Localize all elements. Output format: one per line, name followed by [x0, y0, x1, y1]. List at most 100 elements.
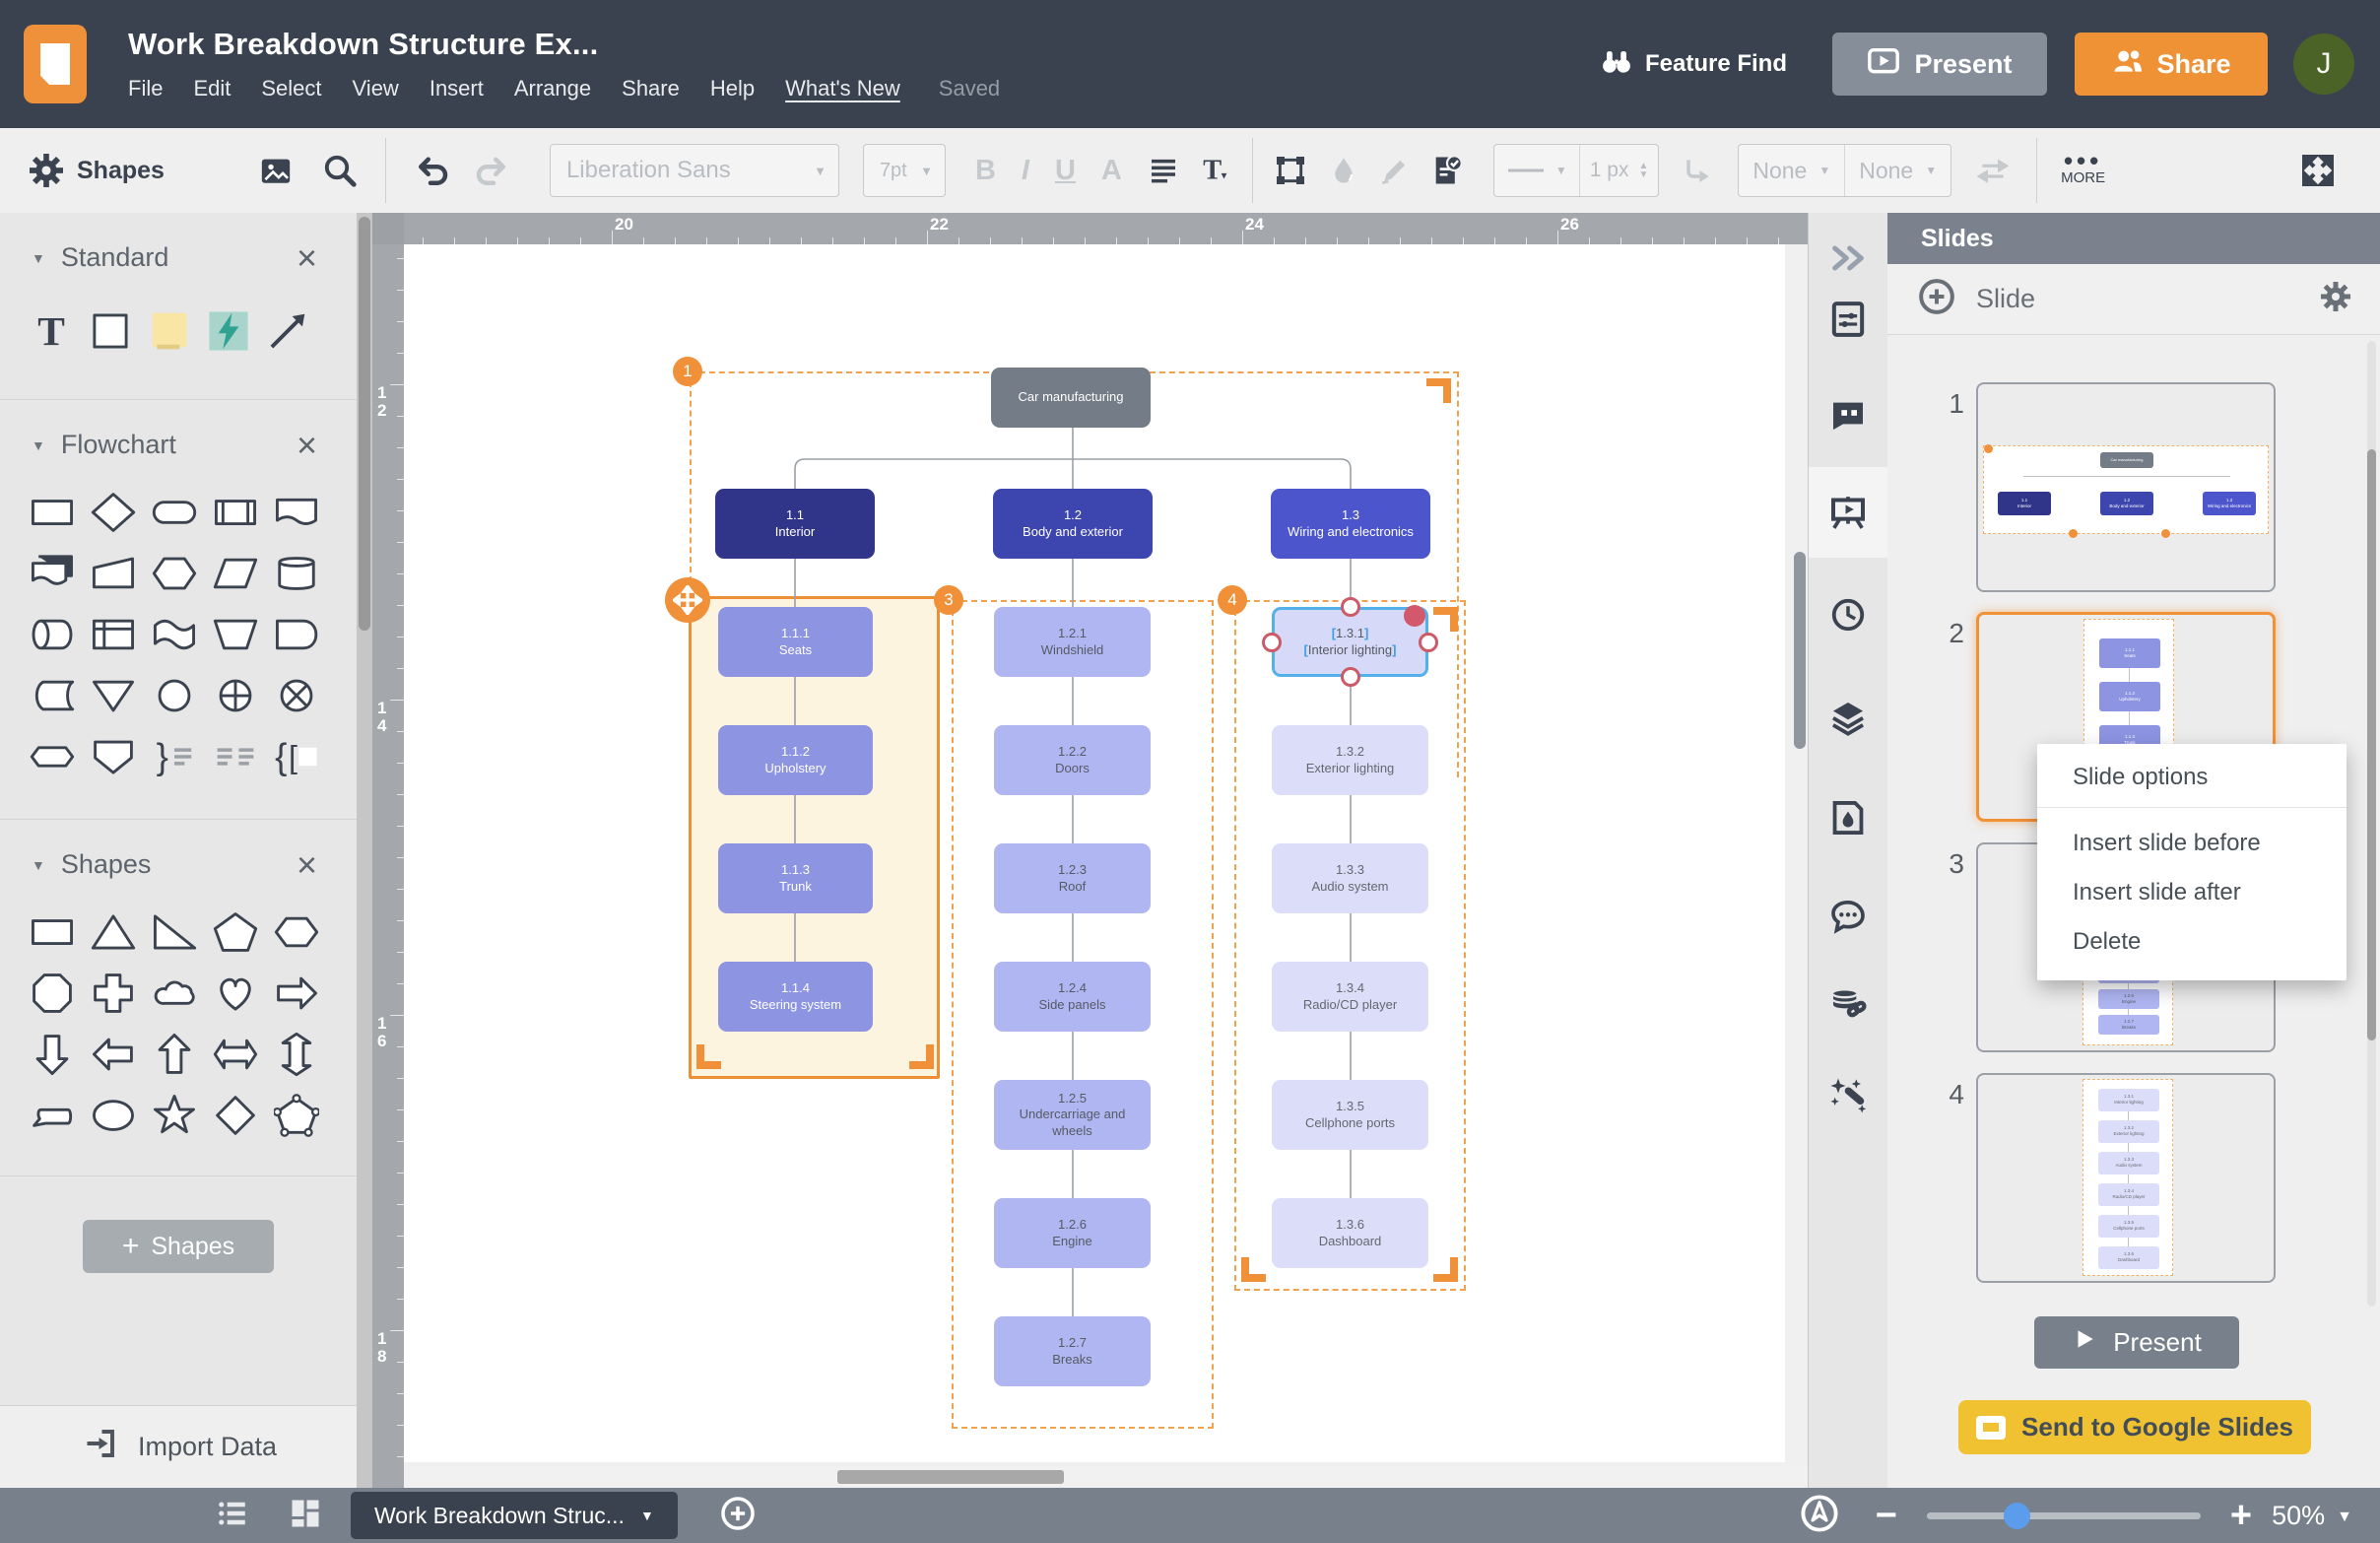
shape-predefined-process[interactable]: [205, 482, 266, 543]
shape-diamond[interactable]: [205, 1085, 266, 1146]
node-1.2.2[interactable]: 1.2.2 Doors: [994, 725, 1151, 795]
shape-document[interactable]: [266, 482, 327, 543]
slide-badge-3[interactable]: 3: [934, 585, 963, 615]
shape-sticky-note[interactable]: [140, 295, 199, 368]
menu-edit[interactable]: Edit: [193, 76, 231, 101]
menu-share[interactable]: Share: [622, 76, 680, 101]
region-corner-handle[interactable]: [1426, 378, 1451, 403]
add-shapes-button[interactable]: + Shapes: [83, 1220, 274, 1273]
app-logo-icon[interactable]: [24, 25, 87, 103]
document-list-icon[interactable]: [215, 1496, 250, 1536]
node-1.1.3[interactable]: 1.1.3 Trunk: [718, 843, 873, 913]
line-style-select[interactable]: ▼: [1494, 145, 1579, 196]
font-family-select[interactable]: Liberation Sans ▼: [549, 144, 839, 197]
zoom-in-button[interactable]: +: [2230, 1497, 2252, 1534]
zoom-slider[interactable]: [1926, 1502, 2201, 1529]
shape-data[interactable]: [205, 543, 266, 604]
context-menu-item-insert-slide-after[interactable]: Insert slide after: [2037, 868, 2347, 917]
node-1.2.3[interactable]: 1.2.3 Roof: [994, 843, 1151, 913]
more-tools-button[interactable]: ••• MORE: [2061, 148, 2105, 186]
node-1.1.2[interactable]: 1.1.2 Upholstery: [718, 725, 873, 795]
document-settings-icon[interactable]: [1809, 274, 1887, 365]
node-1.3.3[interactable]: 1.3.3 Audio system: [1272, 843, 1428, 913]
shape-text[interactable]: T: [22, 295, 81, 368]
add-page-button[interactable]: [719, 1495, 757, 1537]
menu-help[interactable]: Help: [710, 76, 755, 101]
zoom-out-button[interactable]: −: [1876, 1497, 1897, 1534]
document-page[interactable]: Car manufacturing 1.1 Interior 1.1.1 Seats 1.…: [404, 244, 1785, 1462]
node-1.2.7[interactable]: 1.2.7 Breaks: [994, 1316, 1151, 1386]
node-1.3.2[interactable]: 1.3.2 Exterior lighting: [1272, 725, 1428, 795]
region-corner-handle[interactable]: [1433, 1257, 1458, 1282]
shape-hexagon[interactable]: [266, 902, 327, 963]
canvas-horizontal-scrollbar[interactable]: [837, 1470, 1064, 1484]
node-1.2.6[interactable]: 1.2.6 Engine: [994, 1198, 1151, 1268]
canvas[interactable]: 20 22 24 26 12141618 Car manufacturing 1.1 In…: [372, 213, 1809, 1488]
feature-find-button[interactable]: Feature Find: [1600, 44, 1787, 85]
document-title[interactable]: Work Breakdown Structure Ex...: [128, 27, 1000, 62]
shape-arrow-up-down[interactable]: [266, 1024, 327, 1085]
shape-triangle[interactable]: [83, 902, 144, 963]
region-corner-handle[interactable]: [909, 1044, 934, 1069]
shape-stored-data[interactable]: [22, 665, 83, 726]
insert-image-icon[interactable]: [259, 154, 293, 187]
shape-arrow-right[interactable]: [266, 963, 327, 1024]
endpoint-style-controls[interactable]: None ▼ None ▼: [1738, 144, 1952, 197]
shape-bracket-note[interactable]: {[: [266, 726, 327, 787]
shape-right-triangle[interactable]: [144, 902, 205, 963]
shape-arrow-left-right[interactable]: [205, 1024, 266, 1085]
add-slide-icon[interactable]: [1917, 277, 1956, 321]
shape-off-page-link[interactable]: [22, 726, 83, 787]
node-1.3[interactable]: 1.3 Wiring and electronics: [1271, 489, 1430, 559]
region-corner-handle[interactable]: [696, 1044, 721, 1069]
zoom-slider-handle[interactable]: [2003, 1502, 2030, 1529]
section-caret-icon[interactable]: ▼: [32, 250, 45, 266]
context-menu-item-insert-slide-before[interactable]: Insert slide before: [2037, 808, 2347, 868]
slides-scrollbar[interactable]: [2367, 341, 2376, 1307]
shape-octagon[interactable]: [22, 963, 83, 1024]
slides-settings-gear-icon[interactable]: [2321, 282, 2350, 316]
text-align-button[interactable]: [1148, 155, 1179, 186]
theme-icon[interactable]: [1809, 772, 1887, 863]
shape-merge[interactable]: [83, 665, 144, 726]
shape-rectangle2[interactable]: [22, 902, 83, 963]
section-caret-icon[interactable]: ▼: [32, 437, 45, 453]
layers-icon[interactable]: [1809, 672, 1887, 763]
node-1.2[interactable]: 1.2 Body and exterior: [993, 489, 1153, 559]
zoom-caret-icon[interactable]: ▼: [2337, 1509, 2352, 1526]
avatar[interactable]: J: [2293, 34, 2354, 95]
shape-database[interactable]: [266, 543, 327, 604]
shape-internal-storage[interactable]: [83, 604, 144, 665]
grid-view-icon[interactable]: [288, 1496, 323, 1536]
shape-terminator[interactable]: [144, 482, 205, 543]
section-close-icon[interactable]: ×: [297, 846, 317, 882]
line-style-controls[interactable]: ▼ 1 px ▲ ▼: [1492, 144, 1660, 197]
fit-to-screen-icon[interactable]: [1799, 1493, 1840, 1539]
shape-decision[interactable]: [83, 482, 144, 543]
line-end-select[interactable]: None ▼: [1845, 145, 1950, 196]
shape-delay[interactable]: [266, 604, 327, 665]
shape-ellipse[interactable]: [83, 1085, 144, 1146]
font-size-select[interactable]: 7pt ▼: [862, 144, 946, 197]
slide-badge-2-move[interactable]: [665, 577, 710, 623]
shape-arrow[interactable]: [258, 295, 317, 368]
node-1.1.4[interactable]: 1.1.4 Steering system: [718, 962, 873, 1032]
rotate-handle[interactable]: [1404, 605, 1425, 627]
slide-badge-1[interactable]: 1: [673, 357, 702, 386]
notes-icon[interactable]: [1809, 370, 1887, 461]
shape-preparation[interactable]: [144, 543, 205, 604]
shapes-panel-scrollbar[interactable]: [357, 213, 372, 1488]
menu-view[interactable]: View: [353, 76, 399, 101]
shape-frame-button[interactable]: [1275, 155, 1306, 186]
shape-heart[interactable]: [205, 963, 266, 1024]
shapes-manager-gear-icon[interactable]: [30, 154, 63, 187]
shape-cloud[interactable]: [144, 963, 205, 1024]
connection-handle[interactable]: [1340, 667, 1360, 687]
shape-arrow-down[interactable]: [22, 1024, 83, 1085]
text-options-button[interactable]: T: [1199, 154, 1232, 187]
shape-or-junction[interactable]: [205, 665, 266, 726]
node-root[interactable]: Car manufacturing: [991, 368, 1151, 428]
slide-region-4[interactable]: [1234, 600, 1466, 1291]
shape-arrow-up[interactable]: [144, 1024, 205, 1085]
add-slide-label[interactable]: Slide: [1976, 284, 2321, 314]
